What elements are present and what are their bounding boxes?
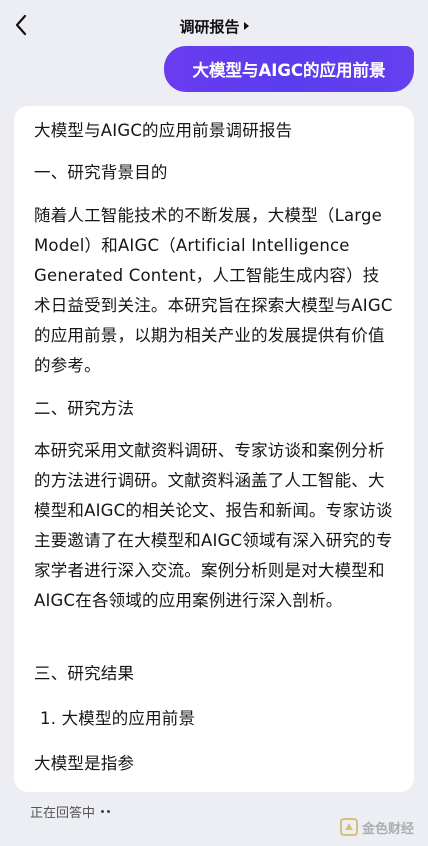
section-heading-results: 三、研究结果 bbox=[34, 664, 135, 683]
caret-right-icon bbox=[243, 22, 249, 30]
header-bar: 调研报告 bbox=[0, 0, 428, 50]
paragraph-results-partial: 大模型是指参 bbox=[34, 754, 135, 773]
chat-screen: 调研报告 大模型与AIGC的应用前景 大模型与AIGC的应用前景调研报告 一、研… bbox=[0, 0, 428, 846]
answering-status: 正在回答中 bbox=[30, 801, 111, 821]
page-title: 调研报告 bbox=[179, 17, 240, 36]
user-message-text: 大模型与AIGC的应用前景 bbox=[192, 61, 386, 80]
typing-dots-icon bbox=[101, 809, 111, 813]
page-title-dropdown[interactable]: 调研报告 bbox=[0, 14, 428, 38]
paragraph-methods: 本研究采用文献资料调研、专家访谈和案例分析的方法进行调研。文献资料涵盖了人工智能… bbox=[34, 441, 393, 610]
user-message-bubble: 大模型与AIGC的应用前景 bbox=[164, 46, 414, 92]
paragraph-background: 随着人工智能技术的不断发展，大模型（Large Model）和AIGC（Arti… bbox=[34, 206, 393, 375]
watermark-logo-icon bbox=[340, 818, 358, 836]
section-heading-background: 一、研究背景目的 bbox=[34, 163, 168, 182]
results-subheading: 1. 大模型的应用前景 bbox=[40, 709, 196, 728]
status-text: 正在回答中 bbox=[30, 805, 96, 821]
section-heading-methods: 二、研究方法 bbox=[34, 399, 135, 418]
report-title: 大模型与AIGC的应用前景调研报告 bbox=[34, 121, 293, 140]
assistant-answer-card: 大模型与AIGC的应用前景调研报告 一、研究背景目的 随着人工智能技术的不断发展… bbox=[14, 106, 414, 792]
watermark: 金色财经 bbox=[340, 816, 414, 838]
watermark-text: 金色财经 bbox=[362, 821, 415, 837]
